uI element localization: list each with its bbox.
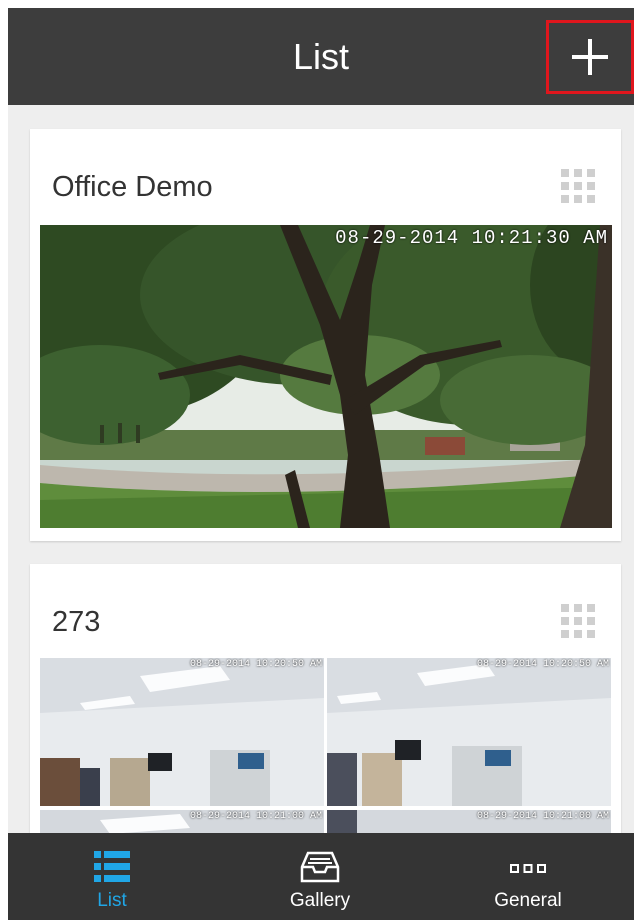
bottom-tab-bar: List Gallery General: [8, 833, 634, 920]
camera-name: 273: [52, 606, 101, 638]
add-camera-button[interactable]: [546, 20, 634, 94]
plus-icon: [572, 39, 608, 75]
list-icon: [94, 851, 130, 882]
camera-timestamp: 08-29-2014 10:20:50 AM: [189, 659, 322, 670]
gallery-tray-icon: [300, 851, 340, 883]
camera-timestamp: 08-29-2014 10:21:00 AM: [476, 811, 609, 822]
camera-timestamp: 08-29-2014 10:21:30 AM: [335, 227, 608, 249]
tab-label: Gallery: [289, 890, 351, 911]
camera-card[interactable]: 273 08-29-2014 10:20:50 AM 08-29-2014 10…: [30, 564, 621, 864]
camera-quadrant-view[interactable]: 08-29-2014 10:20:50 AM: [327, 658, 611, 806]
outdoor-scene-image: [40, 225, 612, 528]
tab-label: General: [494, 890, 562, 911]
camera-snapshot[interactable]: 08-29-2014 10:21:30 AM: [40, 225, 612, 528]
camera-timestamp: 08-29-2014 10:20:50 AM: [476, 659, 609, 670]
tab-general[interactable]: General: [424, 833, 632, 920]
camera-quadrant-view[interactable]: 08-29-2014 10:20:50 AM: [40, 658, 324, 806]
tab-label: List: [97, 890, 127, 911]
tab-gallery[interactable]: Gallery: [216, 833, 424, 920]
tab-list[interactable]: List: [8, 833, 216, 920]
more-dots-icon: [510, 864, 546, 873]
drag-handle-icon[interactable]: [561, 169, 595, 203]
app-screen: List Office Demo 08-29-2014 10:21:30 AM …: [8, 8, 634, 920]
camera-card[interactable]: Office Demo 08-29-2014 10:21:30 AM: [30, 129, 621, 541]
drag-handle-icon[interactable]: [561, 604, 595, 638]
top-bar: List: [8, 8, 634, 105]
camera-timestamp: 08-29-2014 10:21:00 AM: [189, 811, 322, 822]
camera-name: Office Demo: [52, 171, 213, 203]
page-title: List: [292, 36, 350, 77]
office-scene-image: [327, 658, 611, 806]
office-scene-image: [40, 658, 324, 806]
